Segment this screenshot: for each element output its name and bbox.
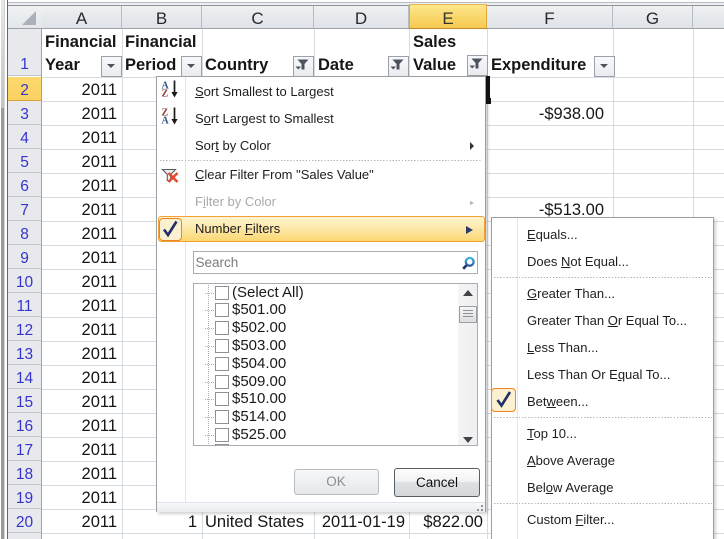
svg-text:Z: Z (162, 89, 169, 100)
svg-text:A: A (162, 116, 170, 127)
